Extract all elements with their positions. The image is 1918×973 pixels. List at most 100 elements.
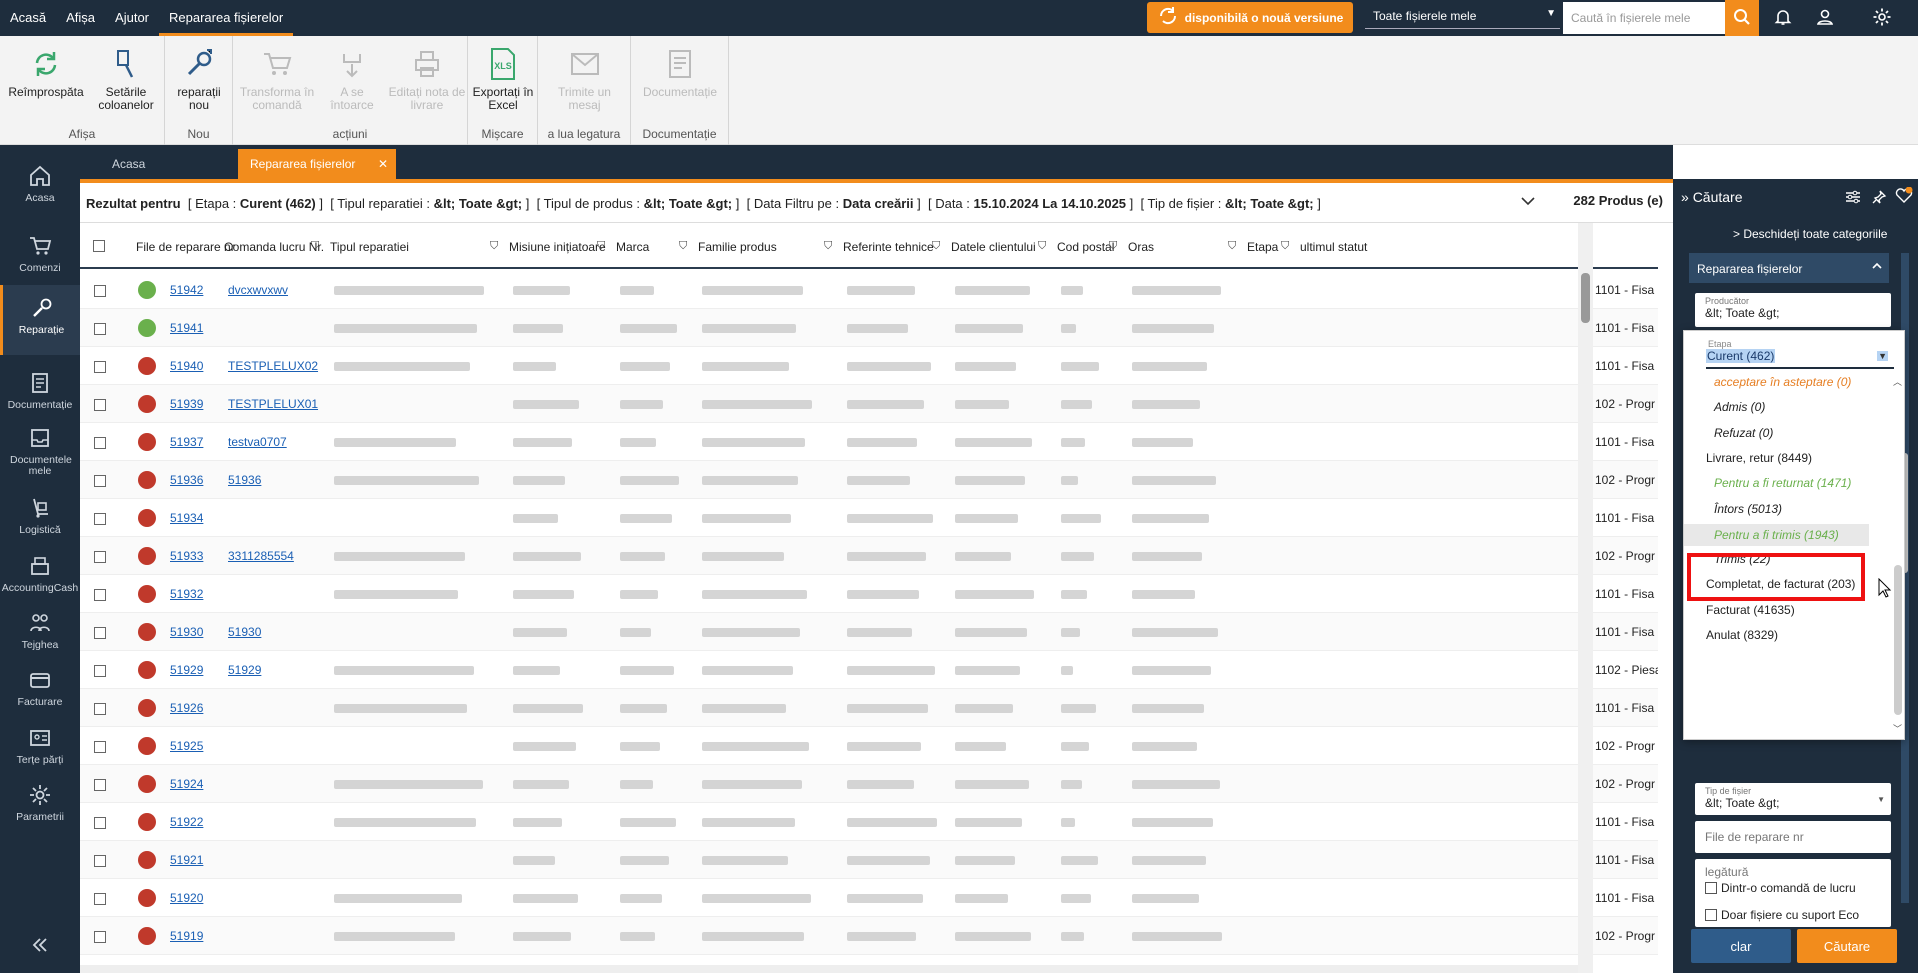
file-nr-link[interactable]: 51933 [170,549,203,563]
row-checkbox[interactable] [94,589,106,601]
sliders-icon[interactable] [1845,189,1861,208]
order-nr-link[interactable]: TESTPLELUX01 [228,397,318,411]
stage-option[interactable]: Întors (5013) [1714,502,1782,516]
table-row[interactable]: 51920 1101 - Fisa [80,879,1658,917]
row-checkbox[interactable] [94,513,106,525]
row-checkbox[interactable] [94,817,106,829]
chevron-down-icon[interactable] [1520,193,1536,212]
table-row[interactable]: 51942 dvcxwvxwv 1101 - Fisa [80,271,1658,309]
section-repararea[interactable]: Repararea fișierelor [1689,253,1889,283]
file-nr-link[interactable]: 51932 [170,587,203,601]
col-stage[interactable]: Etapa [1247,240,1278,254]
table-row[interactable]: 51926 1101 - Fisa [80,689,1658,727]
file-nr-link[interactable]: 51926 [170,701,203,715]
table-row[interactable]: 51933 3311285554 102 - Progr [80,537,1658,575]
table-row[interactable]: 51932 1101 - Fisa [80,575,1658,613]
file-nr-link[interactable]: 51925 [170,739,203,753]
search-input[interactable]: Caută în fișierele mele [1563,2,1725,34]
nav-comenzi[interactable]: Comenzi [0,223,80,291]
search-submit-button[interactable]: Căutare [1797,929,1897,963]
order-nr-link[interactable]: dvcxwvxwv [228,283,288,297]
new-version-button[interactable]: disponibilă o nouă versiune [1147,2,1353,33]
menu-repararea[interactable]: Repararea fișierelor [159,0,294,36]
file-nr-link[interactable]: 51940 [170,359,203,373]
column-settings-button[interactable]: Setările coloanelor [90,46,162,112]
filter-icon[interactable]: ⛉ [932,240,940,253]
bell-button[interactable] [1766,0,1800,36]
stage-select[interactable]: Curent (462) ▼ [1706,349,1894,369]
chevron-down-icon[interactable]: ﹀ [1893,722,1902,735]
stage-option[interactable]: Facturat (41635) [1706,603,1795,617]
table-row[interactable]: 51936 51936 102 - Progr [80,461,1658,499]
row-checkbox[interactable] [94,399,106,411]
filter-icon[interactable]: ⛉ [1228,240,1236,253]
scope-select[interactable]: Toate fișierele mele ▼ [1365,5,1560,29]
stage-option[interactable]: Admis (0) [1714,400,1765,414]
new-repair-button[interactable]: reparații nou [169,46,229,112]
menu-afisa[interactable]: Afișa [56,0,105,36]
return-button[interactable]: A se întoarce [317,46,387,112]
from-order-checkbox[interactable] [1705,882,1717,894]
select-all-checkbox[interactable] [93,240,105,252]
export-excel-button[interactable]: XLS Exportați în Excel [472,46,534,112]
col-repair-type[interactable]: Tipul reparatiei [330,240,409,254]
row-checkbox[interactable] [94,627,106,639]
nav-reparatie[interactable]: Reparație [0,285,80,355]
pin-icon[interactable] [1871,189,1887,208]
col-last-status[interactable]: ultimul statut [1300,240,1367,254]
filter-icon[interactable]: ⛉ [490,240,498,253]
close-icon[interactable]: ✕ [378,149,388,179]
file-nr-link[interactable]: 51921 [170,853,203,867]
documentation-button[interactable]: Documentație [637,46,723,99]
row-checkbox[interactable] [94,437,106,449]
stage-option[interactable]: Pentru a fi returnat (1471) [1714,476,1851,490]
table-row[interactable]: 51934 1101 - Fisa [80,499,1658,537]
order-nr-link[interactable]: TESTPLELUX02 [228,359,318,373]
table-row[interactable]: 51921 1101 - Fisa [80,841,1658,879]
row-checkbox[interactable] [94,285,106,297]
settings-button[interactable] [1865,0,1899,36]
col-file-nr[interactable]: File de reparare nr [136,240,235,254]
file-nr-link[interactable]: 51934 [170,511,203,525]
chevron-up-icon[interactable]: ︿ [1893,375,1902,388]
order-nr-link[interactable]: 51929 [228,663,261,677]
file-nr-link[interactable]: 51939 [170,397,203,411]
horizontal-scrollbar[interactable] [80,965,1578,973]
row-checkbox[interactable] [94,475,106,487]
row-checkbox[interactable] [94,741,106,753]
filter-icon[interactable]: ⛉ [311,240,319,253]
send-message-button[interactable]: Trimite un mesaj [548,46,621,112]
eco-option[interactable]: Doar fișiere cu suport Eco [1695,903,1891,927]
col-product-family[interactable]: Familie produs [698,240,777,254]
order-nr-link[interactable]: testva0707 [228,435,287,449]
filter-icon[interactable]: ⛉ [824,240,832,253]
table-row[interactable]: 51919 102 - Progr [80,917,1658,955]
row-checkbox[interactable] [94,665,106,677]
row-checkbox[interactable] [94,703,106,715]
user-button[interactable] [1808,0,1842,36]
menu-acasa[interactable]: Acasă [0,0,56,36]
col-tech-ref[interactable]: Referinte tehnice [843,240,934,254]
file-nr-link[interactable]: 51920 [170,891,203,905]
convert-order-button[interactable]: Transforma în comandă [237,46,317,112]
dropdown-scrollbar[interactable]: ︿ ﹀ [1892,375,1904,735]
stage-option[interactable]: Completat, de facturat (203) [1706,577,1855,591]
table-row[interactable]: 51940 TESTPLELUX02 1101 - Fisa [80,347,1658,385]
col-mission[interactable]: Misiune inițiatoare [509,240,606,254]
stage-option[interactable]: Trimis (22) [1714,552,1770,566]
file-nr-link[interactable]: 51937 [170,435,203,449]
file-nr-link[interactable]: 51942 [170,283,203,297]
order-nr-link[interactable]: 51936 [228,473,261,487]
table-row[interactable]: 51930 51930 1101 - Fisa [80,613,1658,651]
collapse-nav-button[interactable] [0,930,80,960]
row-checkbox[interactable] [94,893,106,905]
table-row[interactable]: 51929 51929 1102 - Piesa [80,651,1658,689]
producer-select[interactable]: Producător &lt; Toate &gt; [1695,293,1891,327]
file-nr-link[interactable]: 51922 [170,815,203,829]
file-nr-link[interactable]: 51929 [170,663,203,677]
table-row[interactable]: 51925 102 - Progr [80,727,1658,765]
row-checkbox[interactable] [94,855,106,867]
filter-icon[interactable]: ⛉ [1038,240,1046,253]
clear-button[interactable]: clar [1691,929,1791,963]
stage-option[interactable]: acceptare în asteptare (0) [1714,375,1851,389]
